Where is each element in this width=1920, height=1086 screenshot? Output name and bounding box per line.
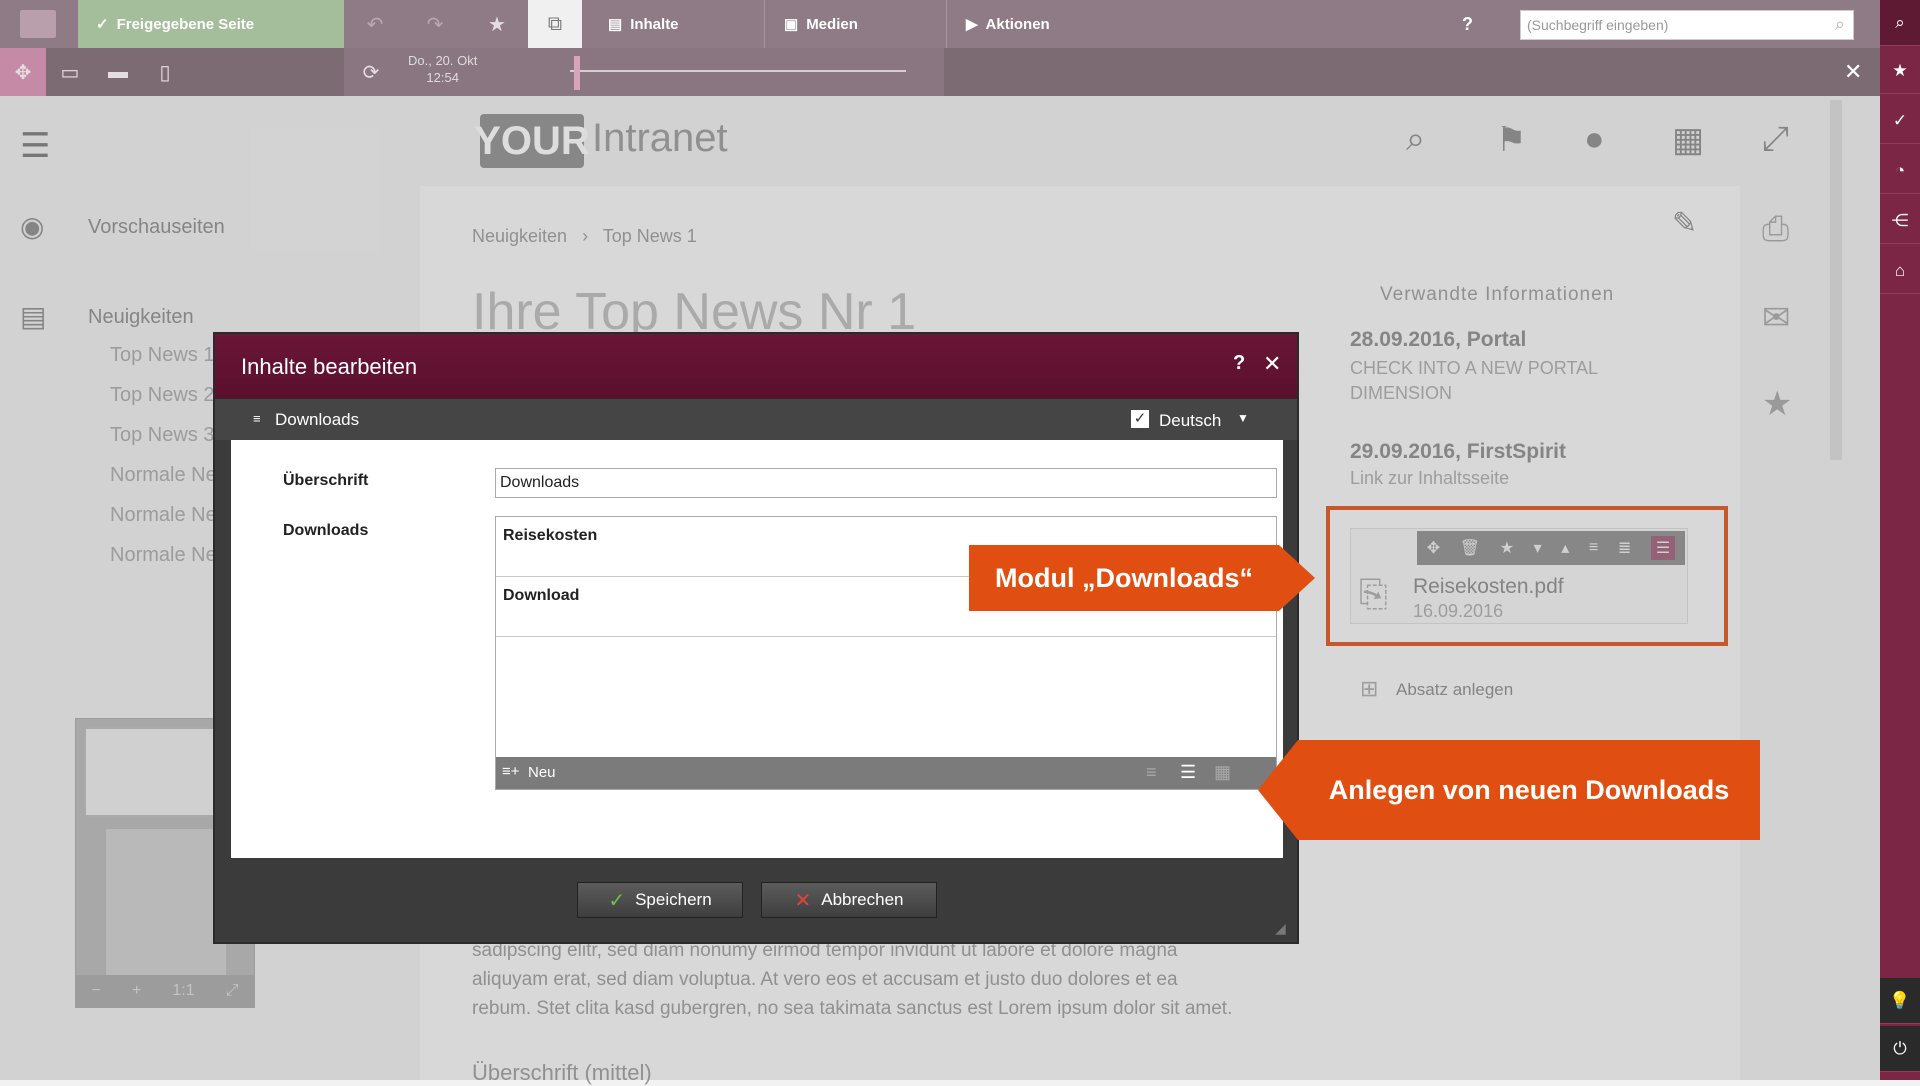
add-entry-icon[interactable]: ≡+ xyxy=(502,763,520,780)
dialog-form: Überschrift Downloads Downloads Reisekos… xyxy=(231,440,1283,858)
callout-module-downloads: Modul „Downloads“ xyxy=(969,545,1279,611)
release-status-button[interactable]: ✓ Freigegebene Seite xyxy=(78,0,344,48)
undo-icon[interactable]: ↶ xyxy=(360,12,390,36)
chevron-down-icon[interactable]: ▼ xyxy=(1237,411,1249,425)
dialog-title: Inhalte bearbeiten xyxy=(241,354,418,379)
label-downloads: Downloads xyxy=(283,522,369,539)
callout-arrow-right xyxy=(1279,545,1315,611)
detail-view-icon[interactable]: ☰ xyxy=(1180,762,1196,783)
list-view-icon[interactable]: ≡ xyxy=(1146,762,1157,783)
menu-aktionen[interactable]: ▶ Aktionen xyxy=(948,0,1128,48)
tablet-icon[interactable]: ▬ xyxy=(100,58,136,86)
callout-arrow-left xyxy=(1258,740,1298,840)
play-icon: ▶ xyxy=(966,16,978,33)
dialog-titlebar: Inhalte bearbeiten ? ✕ xyxy=(215,334,1297,398)
dialog-close-button[interactable]: ✕ xyxy=(1263,351,1281,377)
timeline-slider[interactable] xyxy=(570,70,906,72)
dialog-help-button[interactable]: ? xyxy=(1233,352,1245,375)
right-rail: ⌕ ★ ✓ ◔ ⋲ ⌂ 💡 ⏻ xyxy=(1880,0,1920,1080)
timeline-date: Do., 20. Okt 12:54 xyxy=(408,53,478,85)
move-icon[interactable]: ✥ xyxy=(0,48,46,96)
grid-view-icon[interactable]: ▦ xyxy=(1214,762,1231,783)
edit-content-dialog: Inhalte bearbeiten ? ✕ ≡ Downloads ✓ Deu… xyxy=(213,332,1299,944)
separator xyxy=(764,0,765,48)
top-toolbar: ✓ Freigegebene Seite ↶ ↷ ★ ⧉ ▤ Inhalte ▣ M… xyxy=(0,0,1880,48)
heading-input[interactable]: Downloads xyxy=(495,468,1277,498)
redo-icon[interactable]: ↷ xyxy=(420,12,450,36)
close-icon: ✕ xyxy=(794,889,812,912)
menu-inhalte[interactable]: ▤ Inhalte xyxy=(590,0,760,48)
desktop-icon[interactable]: ▭ xyxy=(52,58,88,86)
clock-icon[interactable]: ◔ xyxy=(1880,148,1920,194)
inbox-icon[interactable]: ⌂ xyxy=(1880,248,1920,294)
power-icon[interactable]: ⏻ xyxy=(1880,1026,1920,1072)
share-icon[interactable]: ⋲ xyxy=(1880,198,1920,244)
dialog-section-bar: ≡ Downloads ✓ Deutsch ▼ xyxy=(215,398,1297,440)
star-icon[interactable]: ★ xyxy=(1880,48,1920,94)
close-toolbar-button[interactable]: ✕ xyxy=(1826,48,1872,96)
preview-device-icon[interactable]: ⧉ xyxy=(528,0,582,48)
bookmark-star-icon[interactable]: ★ xyxy=(482,12,512,36)
help-button[interactable]: ? xyxy=(1444,0,1484,48)
secondary-toolbar: ✥ ▭ ▬ ▯ ⟳ Do., 20. Okt 12:54 ✕ xyxy=(0,48,1880,96)
menu-medien[interactable]: ▣ Medien xyxy=(766,0,946,48)
language-checkbox[interactable]: ✓ xyxy=(1131,410,1149,428)
cancel-button[interactable]: ✕ Abbrechen xyxy=(761,882,937,918)
timeline-handle[interactable] xyxy=(574,56,580,90)
list-footer: ≡+ Neu ≡ ☰ ▦ xyxy=(496,757,1276,789)
media-icon: ▣ xyxy=(784,16,799,33)
search-input[interactable]: (Suchbegriff eingeben) ⌕ xyxy=(1520,10,1854,40)
resize-handle-icon[interactable]: ◢ xyxy=(1275,920,1286,937)
language-select[interactable]: Deutsch xyxy=(1159,411,1221,431)
check-icon[interactable]: ✓ xyxy=(1880,98,1920,144)
app-logo-icon[interactable] xyxy=(20,10,56,38)
lightbulb-icon[interactable]: 💡 xyxy=(1880,978,1920,1024)
search-icon[interactable]: ⌕ xyxy=(1880,0,1920,46)
separator xyxy=(946,0,947,48)
check-icon: ✓ xyxy=(608,889,626,912)
new-entry-button[interactable]: Neu xyxy=(528,764,556,781)
mobile-icon[interactable]: ▯ xyxy=(150,58,180,86)
section-title: Downloads xyxy=(275,410,360,429)
history-icon[interactable]: ⟳ xyxy=(356,58,386,86)
document-icon: ▤ xyxy=(608,16,623,33)
check-icon: ✓ xyxy=(96,16,109,33)
section-icon: ≡ xyxy=(253,411,261,426)
callout-new-downloads: Anlegen von neuen Downloads xyxy=(1298,740,1760,840)
save-button[interactable]: ✓ Speichern xyxy=(577,882,743,918)
search-icon: ⌕ xyxy=(1834,14,1845,34)
label-heading: Überschrift xyxy=(283,472,369,489)
